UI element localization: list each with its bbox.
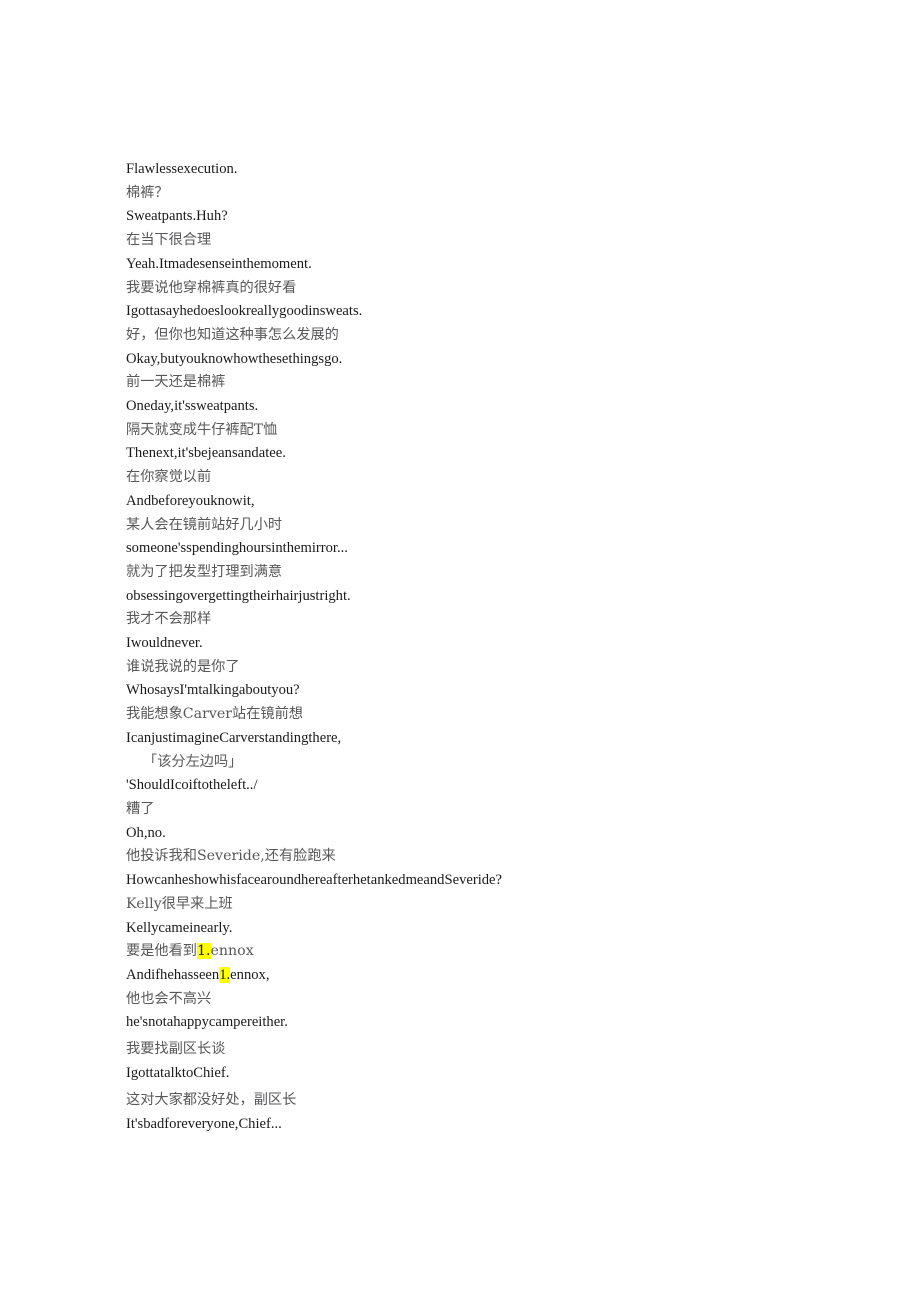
transcript-text: 我要说他穿棉裤真的很好看: [126, 279, 297, 296]
transcript-line: 'ShouldIcoiftotheleft../: [126, 774, 886, 798]
transcript-text: 'ShouldIcoiftotheleft../: [126, 777, 258, 794]
transcript-line: Howcanheshowhisfacearoundhereafterhetank…: [126, 869, 886, 893]
transcript-text: Andbeforeyouknowit,: [126, 492, 255, 509]
transcript-text: obsessingovergettingtheirhairjustright.: [126, 587, 351, 604]
transcript-text: 要是他看到: [126, 943, 197, 960]
transcript-line: he'snotahappycampereither.: [126, 1011, 886, 1035]
document-page: Flawlessexecution. 棉裤？ Sweatpants.Huh? 在当下很…: [0, 0, 920, 1301]
transcript-text: WhosaysI'mtalkingaboutyou?: [126, 682, 300, 699]
transcript-text: 隔天就变成牛仔裤配T恤: [126, 421, 278, 438]
transcript-line: 我要说他穿棉裤真的很好看: [126, 277, 886, 301]
transcript-text: Kellycameinearly.: [126, 919, 233, 936]
transcript-line: 这对大家都没好处，副区长: [126, 1089, 886, 1113]
transcript-line: Andifhehasseen1.ennox,: [126, 964, 886, 988]
transcript-text: someone'sspendinghoursinthemirror...: [126, 540, 348, 557]
transcript-text: 糟了: [126, 800, 155, 817]
transcript-line: 「该分左边吗」: [126, 751, 886, 775]
transcript-text: 棉裤？: [126, 184, 169, 201]
transcript-line: Okay,butyouknowhowthesethingsgo.: [126, 348, 886, 372]
transcript-line: 隔天就变成牛仔裤配T恤: [126, 419, 886, 443]
transcript-line: 在你察觉以前: [126, 466, 886, 490]
transcript-line: 好，但你也知道这种事怎么发展的: [126, 324, 886, 348]
transcript-line: 谁说我说的是你了: [126, 656, 886, 680]
transcript-line: 就为了把发型打理到满意: [126, 561, 886, 585]
transcript-line: 他投诉我和Severide,还有脸跑来: [126, 845, 886, 869]
transcript-text: Iwouldnever.: [126, 635, 203, 652]
transcript-text: Oh,no.: [126, 824, 166, 841]
transcript-text: IcanjustimagineCarverstandingthere,: [126, 729, 342, 746]
transcript-text: 他投诉我和Severide,还有脸跑来: [126, 848, 336, 865]
transcript-line: 前一天还是棉裤: [126, 371, 886, 395]
transcript-text: 他也会不高兴: [126, 990, 212, 1007]
transcript-text: 我能想象Carver站在镜前想: [126, 706, 303, 723]
transcript-text: Andifhehasseen: [126, 966, 220, 983]
transcript-text: 某人会在镜前站好几小时: [126, 516, 283, 533]
transcript-text: It'sbadforeveryone,Chief...: [126, 1115, 282, 1132]
transcript-text: Oneday,it'ssweatpants.: [126, 398, 259, 415]
transcript-line: WhosaysI'mtalkingaboutyou?: [126, 679, 886, 703]
transcript-line: 我才不会那样: [126, 608, 886, 632]
transcript-line: Thenext,it'sbejeansandatee.: [126, 442, 886, 466]
transcript-line: Yeah.Itmadesenseinthemoment.: [126, 253, 886, 277]
transcript-line: someone'sspendinghoursinthemirror...: [126, 537, 886, 561]
transcript-text: Howcanheshowhisfacearoundhereafterhetank…: [126, 872, 503, 889]
transcript-text: 好，但你也知道这种事怎么发展的: [126, 326, 339, 343]
transcript-text: Yeah.Itmadesenseinthemoment.: [126, 255, 312, 272]
transcript-line: IgottatalktoChief.: [126, 1062, 886, 1086]
transcript-text: 这对大家都没好处，副区长: [126, 1092, 297, 1109]
transcript-text: 在当下很合理: [126, 232, 212, 249]
subtitle-transcript-body: Flawlessexecution. 棉裤？ Sweatpants.Huh? 在当下很…: [126, 158, 886, 1137]
transcript-line: 糟了: [126, 798, 886, 822]
transcript-text: Flawlessexecution.: [126, 161, 238, 177]
transcript-line: It'sbadforeveryone,Chief...: [126, 1113, 886, 1137]
transcript-line: Kellycameinearly.: [126, 917, 886, 941]
transcript-text: 「该分左边吗」: [143, 753, 243, 770]
transcript-text: 谁说我说的是你了: [126, 658, 240, 675]
highlighted-text: 1.: [196, 943, 211, 960]
transcript-line: 我能想象Carver站在镜前想: [126, 703, 886, 727]
transcript-line: Oh,no.: [126, 822, 886, 846]
transcript-text: Sweatpants.Huh?: [126, 208, 228, 225]
transcript-line: Iwouldnever.: [126, 632, 886, 656]
transcript-text: 前一天还是棉裤: [126, 374, 226, 391]
transcript-line: 在当下很合理: [126, 229, 886, 253]
transcript-line: 要是他看到1.ennox: [126, 940, 886, 964]
transcript-line: IcanjustimagineCarverstandingthere,: [126, 727, 886, 751]
transcript-line: Andbeforeyouknowit,: [126, 490, 886, 514]
transcript-line: Flawlessexecution.: [126, 158, 886, 182]
transcript-line: 棉裤？: [126, 182, 886, 206]
transcript-text: IgottatalktoChief.: [126, 1065, 230, 1082]
transcript-line: 他也会不高兴: [126, 988, 886, 1012]
transcript-text: he'snotahappycampereither.: [126, 1014, 288, 1031]
transcript-text: Thenext,it'sbejeansandatee.: [126, 445, 286, 462]
transcript-line: Kelly很早来上班: [126, 893, 886, 917]
transcript-line: obsessingovergettingtheirhairjustright.: [126, 585, 886, 609]
transcript-text: 我才不会那样: [126, 611, 212, 628]
transcript-text: 我要找副区长谈: [126, 1041, 226, 1058]
transcript-line: Oneday,it'ssweatpants.: [126, 395, 886, 419]
transcript-text: Kelly很早来上班: [126, 895, 233, 912]
transcript-line: Igottasayhedoeslookreallygoodinsweats.: [126, 300, 886, 324]
transcript-text: Okay,butyouknowhowthesethingsgo.: [126, 350, 343, 367]
highlighted-text: 1.: [219, 966, 231, 983]
transcript-line: Sweatpants.Huh?: [126, 205, 886, 229]
transcript-line: 某人会在镜前站好几小时: [126, 514, 886, 538]
transcript-text: 就为了把发型打理到满意: [126, 563, 283, 580]
transcript-text: ennox,: [230, 966, 270, 983]
transcript-text: Igottasayhedoeslookreallygoodinsweats.: [126, 303, 363, 320]
transcript-text: 在你察觉以前: [126, 469, 212, 486]
transcript-text: ennox: [210, 943, 254, 960]
transcript-line: 我要找副区长谈: [126, 1038, 886, 1062]
